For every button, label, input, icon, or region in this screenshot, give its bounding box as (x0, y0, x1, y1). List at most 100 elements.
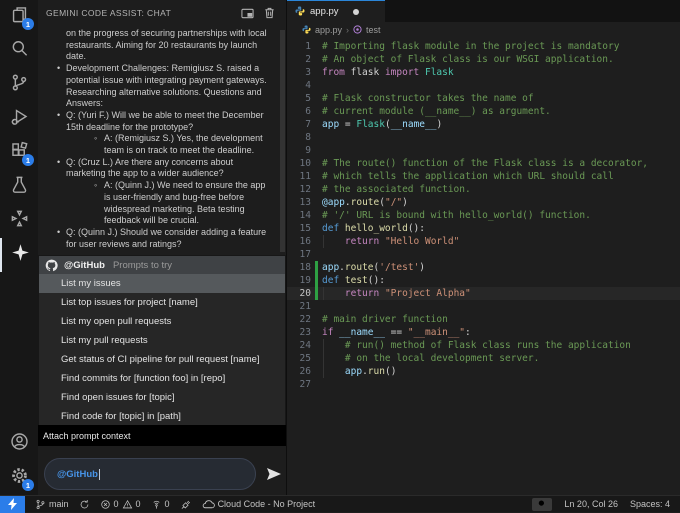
breadcrumb-file[interactable]: app.py (315, 25, 342, 35)
code-line[interactable]: 9 (287, 144, 680, 157)
attach-prompt-context-button[interactable]: Attach prompt context (38, 425, 286, 446)
chat-message: •Q: (Yuri F.) Will we be able to meet th… (38, 110, 278, 133)
sidebar-item-source-control[interactable] (0, 68, 38, 102)
magnifier-icon (537, 499, 547, 509)
warning-icon (122, 499, 133, 510)
code-text: app.route('/test') (322, 261, 425, 274)
sidebar-item-search[interactable] (0, 34, 38, 68)
sync-button[interactable] (79, 499, 90, 510)
sidebar-item-cloud-code[interactable] (0, 204, 38, 238)
gutter-change-indicator (315, 196, 318, 209)
code-line[interactable]: 7app = Flask(__name__) (287, 118, 680, 131)
code-line[interactable]: 23if __name__ == "__main__": (287, 326, 680, 339)
python-file-icon (302, 25, 311, 36)
sidebar-item-run-debug[interactable] (0, 102, 38, 136)
line-number: 2 (287, 53, 311, 66)
prompt-item[interactable]: List my issues (39, 274, 285, 293)
code-line[interactable]: 14# '/' URL is bound with hello_world() … (287, 209, 680, 222)
problems-indicator[interactable]: 0 0 (100, 499, 141, 510)
prompt-item[interactable]: Find code for [topic] in [path] (39, 407, 285, 426)
code-line[interactable]: 24 # run() method of Flask class runs th… (287, 339, 680, 352)
prompt-item[interactable]: Find open issues for [topic] (39, 388, 285, 407)
code-text: # An object of Flask class is our WSGI a… (322, 53, 614, 66)
code-line[interactable]: 3from flask import Flask (287, 66, 680, 79)
breadcrumb-symbol[interactable]: test (366, 25, 381, 35)
prompt-item[interactable]: Get status of CI pipeline for pull reque… (39, 350, 285, 369)
code-line[interactable]: 20 return "Project Alpha" (287, 287, 680, 300)
code-line[interactable]: 18app.route('/test') (287, 261, 680, 274)
gutter-change-indicator (315, 300, 318, 313)
code-line[interactable]: 4 (287, 79, 680, 92)
gutter-change-indicator (315, 144, 318, 157)
tab-app-py[interactable]: app.py (287, 0, 385, 22)
chat-input-row: @GitHub (38, 456, 286, 492)
chat-input-value: @GitHub (57, 469, 98, 480)
prompt-item[interactable]: List my pull requests (39, 331, 285, 350)
code-line[interactable]: 5# Flask constructor takes the name of (287, 92, 680, 105)
code-line[interactable]: 19def test(): (287, 274, 680, 287)
cursor-position[interactable]: Ln 20, Col 26 (564, 499, 618, 509)
line-number: 7 (287, 118, 311, 131)
text-cursor (99, 469, 100, 480)
send-button[interactable] (262, 462, 286, 486)
cloud-code-status[interactable]: Cloud Code - No Project (202, 499, 316, 510)
line-number: 24 (287, 339, 311, 352)
indentation-setting[interactable]: Spaces: 4 (630, 499, 670, 509)
search-icon (10, 39, 29, 63)
remote-indicator[interactable] (0, 496, 25, 513)
chat-scrollbar[interactable] (280, 30, 285, 252)
open-in-editor-button[interactable] (238, 5, 256, 21)
code-line[interactable]: 10# The route() function of the Flask cl… (287, 157, 680, 170)
code-line[interactable]: 12# the associated function. (287, 183, 680, 196)
code-line[interactable]: 15def hello_world(): (287, 222, 680, 235)
chat-panel-title: GEMINI CODE ASSIST: CHAT (46, 8, 234, 18)
line-number: 20 (287, 287, 311, 300)
breadcrumb[interactable]: app.py › test (287, 22, 680, 38)
code-line[interactable]: 17 (287, 248, 680, 261)
code-text: # Importing flask module in the project … (322, 40, 619, 53)
code-text: # current module (__name__) as argument. (322, 105, 551, 118)
chat-message: on the progress of securing partnerships… (38, 28, 278, 63)
code-line[interactable]: 2 # An object of Flask class is our WSGI … (287, 53, 680, 66)
code-line[interactable]: 26 app.run() (287, 365, 680, 378)
cloud-code-label: Cloud Code - No Project (218, 499, 316, 509)
prompt-item[interactable]: List top issues for project [name] (39, 293, 285, 312)
prompts-mention: @GitHub (64, 260, 105, 271)
chat-input[interactable]: @GitHub (44, 458, 256, 490)
code-line[interactable]: 27 (287, 378, 680, 391)
source-control-icon (10, 73, 29, 97)
code-line[interactable]: 13@app.route("/") (287, 196, 680, 209)
code-line[interactable]: 21 (287, 300, 680, 313)
code-line[interactable]: 22# main driver function (287, 313, 680, 326)
prompt-item[interactable]: List my open pull requests (39, 312, 285, 331)
broadcast-indicator[interactable]: 0 (151, 499, 170, 510)
beaker-icon (10, 175, 29, 199)
code-line[interactable]: 8 (287, 131, 680, 144)
code-area[interactable]: 1# Importing flask module in the project… (287, 40, 680, 495)
clear-chat-button[interactable] (260, 5, 278, 21)
code-text: return "Project Alpha" (322, 287, 471, 300)
gutter-change-indicator (315, 170, 318, 183)
code-line[interactable]: 1# Importing flask module in the project… (287, 40, 680, 53)
settings-badge: 1 (22, 479, 34, 491)
sync-icon (79, 499, 90, 510)
code-line[interactable]: 11# which tells the application which UR… (287, 170, 680, 183)
plug-indicator[interactable] (180, 499, 192, 510)
settings-button[interactable]: 1 (0, 461, 38, 495)
code-line[interactable]: 6# current module (__name__) as argument… (287, 105, 680, 118)
account-button[interactable] (0, 427, 38, 461)
line-number: 25 (287, 352, 311, 365)
unsaved-changes-dot[interactable] (353, 9, 359, 15)
sidebar-item-testing[interactable] (0, 170, 38, 204)
chat-message: ◦A: (Quinn J.) We need to ensure the app… (38, 180, 278, 227)
code-line[interactable]: 25 # on the local development server. (287, 352, 680, 365)
sidebar-item-explorer[interactable]: 1 (0, 0, 38, 34)
code-text: from flask import Flask (322, 66, 454, 79)
prompt-item[interactable]: Find commits for [function foo] in [repo… (39, 369, 285, 388)
sidebar-item-extensions[interactable]: 1 (0, 136, 38, 170)
gutter-change-indicator (315, 131, 318, 144)
zoom-button[interactable] (532, 498, 552, 511)
code-line[interactable]: 16 return "Hello World" (287, 235, 680, 248)
branch-indicator[interactable]: main (35, 499, 69, 510)
sidebar-item-gemini-code-assist[interactable] (0, 238, 38, 272)
